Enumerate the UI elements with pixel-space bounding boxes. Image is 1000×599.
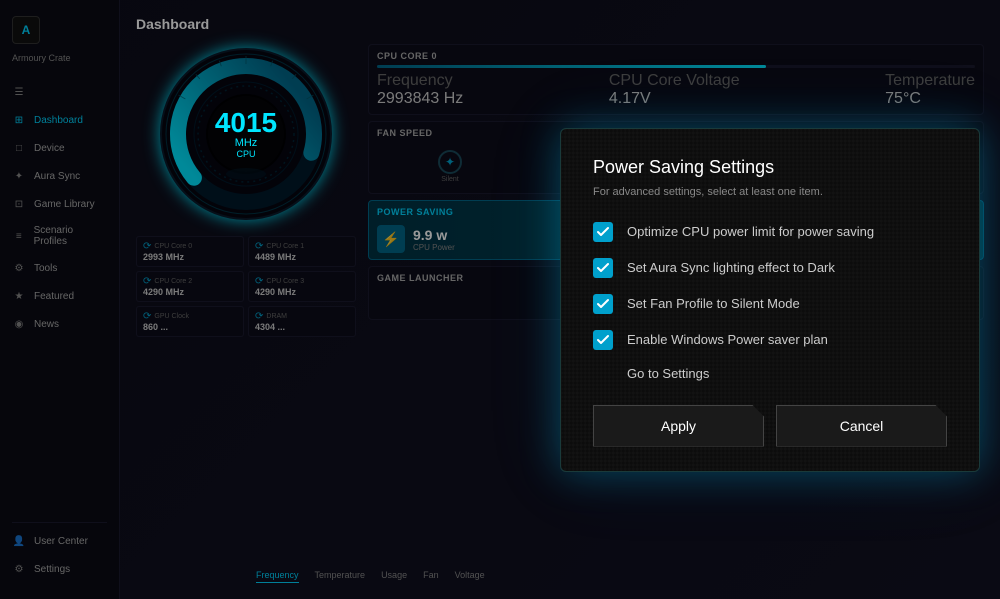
- settings-link[interactable]: Go to Settings: [627, 366, 947, 381]
- dialog-overlay: Power Saving Settings For advanced setti…: [0, 0, 1000, 599]
- dialog-option-1: Set Aura Sync lighting effect to Dark: [593, 258, 947, 278]
- option-label-3: Enable Windows Power saver plan: [627, 332, 828, 347]
- checkbox-0[interactable]: [593, 222, 613, 242]
- speedo-number: 4015: [215, 109, 277, 137]
- dialog-option-0: Optimize CPU power limit for power savin…: [593, 222, 947, 242]
- checkmark-icon-3: [597, 334, 609, 346]
- dialog-option-3: Enable Windows Power saver plan: [593, 330, 947, 350]
- checkbox-3[interactable]: [593, 330, 613, 350]
- dialog-buttons: Apply Cancel: [593, 405, 947, 447]
- dialog-title: Power Saving Settings: [593, 157, 947, 178]
- speedo-unit: MHz: [215, 137, 277, 149]
- checkbox-1[interactable]: [593, 258, 613, 278]
- dialog-subtitle: For advanced settings, select at least o…: [593, 186, 947, 198]
- power-saving-dialog: Power Saving Settings For advanced setti…: [560, 128, 980, 472]
- option-label-0: Optimize CPU power limit for power savin…: [627, 224, 874, 239]
- app-window: A Armoury Crate ☰ ⊞ Dashboard □ Device ✦…: [0, 0, 1000, 599]
- checkbox-2[interactable]: [593, 294, 613, 314]
- speedo-value: 4015 MHz CPU: [215, 109, 277, 159]
- dialog-option-2: Set Fan Profile to Silent Mode: [593, 294, 947, 314]
- option-label-2: Set Fan Profile to Silent Mode: [627, 296, 800, 311]
- apply-button[interactable]: Apply: [593, 405, 764, 447]
- option-label-1: Set Aura Sync lighting effect to Dark: [627, 260, 835, 275]
- cancel-button[interactable]: Cancel: [776, 405, 947, 447]
- checkmark-icon-2: [597, 298, 609, 310]
- speedo-label: CPU: [215, 149, 277, 159]
- checkmark-icon-1: [597, 262, 609, 274]
- checkmark-icon-0: [597, 226, 609, 238]
